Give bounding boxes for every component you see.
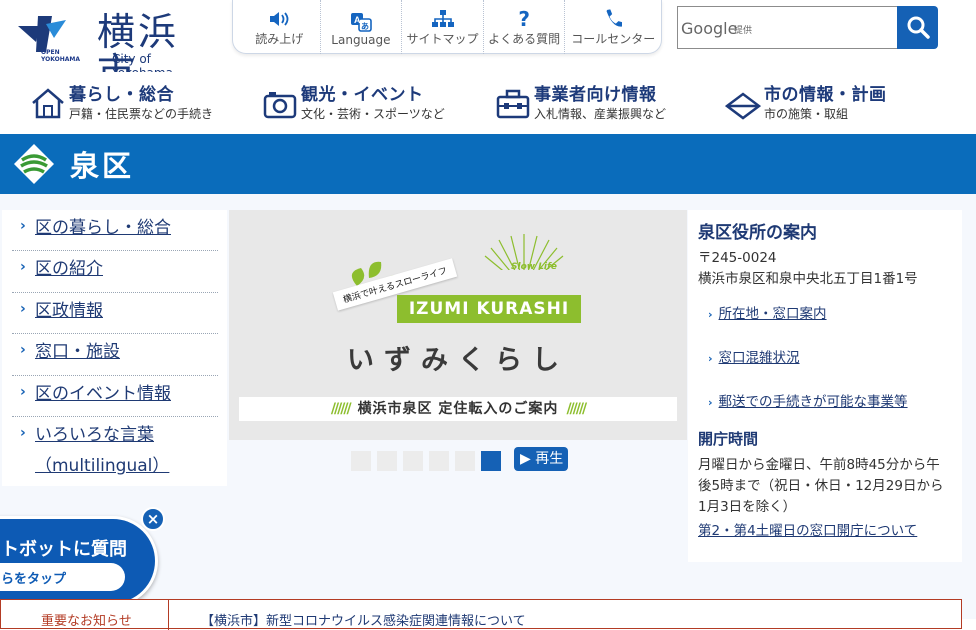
- faq-button[interactable]: ? よくある質問: [484, 0, 566, 54]
- slider-dot-6[interactable]: [481, 451, 501, 471]
- read-aloud-button[interactable]: 読み上げ: [239, 0, 321, 54]
- site-header: OPENYOKOHAMA 横浜市 City of Yokohama 読み上げ A…: [0, 0, 976, 92]
- logo-open-text: OPEN YOKOHAMA: [41, 49, 80, 63]
- search-button[interactable]: [897, 6, 938, 49]
- svg-text:あ: あ: [361, 22, 369, 31]
- side-nav-living[interactable]: › 区の暮らし・総合: [12, 210, 218, 251]
- call-center-button[interactable]: コールセンター: [565, 0, 661, 54]
- chevron-right-icon: ›: [20, 384, 26, 400]
- yokohama-logo[interactable]: OPENYOKOHAMA 横浜市 City of Yokohama: [14, 8, 214, 92]
- side-nav-intro[interactable]: › 区の紹介: [12, 251, 218, 293]
- gnav-business[interactable]: 事業者向け情報 入札情報、産業振興など: [495, 80, 695, 124]
- side-nav-administration[interactable]: › 区政情報: [12, 293, 218, 334]
- promo-slide[interactable]: 横浜で叶えるスローライフ Slow Life IZUMI KURASHI いずみ…: [229, 210, 687, 440]
- hours-text-2: 後5時まで（祝日・休日・12月29日から: [698, 478, 944, 494]
- slide-brand: IZUMI KURASHI: [397, 295, 581, 323]
- slide-slow-life: Slow Life: [511, 262, 558, 272]
- side-nav-facilities[interactable]: › 窓口・施設: [12, 334, 218, 376]
- chevron-right-icon: ›: [20, 425, 26, 441]
- hours-text-1: 月曜日から金曜日、午前8時45分から午: [698, 457, 940, 473]
- chatbot-tap-button[interactable]: らをタップ: [0, 563, 125, 591]
- slider-play-button[interactable]: ▶ 再生: [514, 447, 568, 471]
- chatbot-question-text: トボットに質問: [1, 539, 127, 560]
- notice-ticker: 重要なお知らせ 【横浜市】新型コロナウイルス感染症関連情報について: [0, 599, 962, 630]
- slide-strip: //////横浜市泉区 定住転入のご案内//////: [239, 397, 677, 421]
- toolbox-icon: [496, 89, 530, 119]
- ward-side-nav: › 区の暮らし・総合 › 区の紹介 › 区政情報 › 窓口・施設 › 区のイベント情報 ›…: [2, 210, 227, 486]
- ward-name: 泉区: [70, 149, 135, 183]
- search-icon: [907, 16, 930, 39]
- chatbot-widget[interactable]: トボットに質問 らをタップ: [0, 516, 158, 606]
- gnav-living[interactable]: 暮らし・総合 戸籍・住民票などの手続き: [30, 80, 230, 124]
- slider-dot-5[interactable]: [455, 451, 475, 471]
- side-nav-events[interactable]: › 区のイベント情報: [12, 376, 218, 417]
- camera-icon: [263, 92, 297, 119]
- slider-dots: [351, 451, 501, 471]
- chevron-right-icon: ›: [20, 218, 26, 234]
- translate-icon: Aあ: [350, 11, 372, 33]
- notice-link[interactable]: 【横浜市】新型コロナウイルス感染症関連情報について: [201, 610, 526, 629]
- notice-label: 重要なお知らせ: [1, 600, 169, 630]
- sitemap-button[interactable]: サイトマップ: [402, 0, 484, 54]
- slider-dot-3[interactable]: [403, 451, 423, 471]
- language-button[interactable]: Aあ Language: [321, 0, 403, 54]
- side-nav-multilingual[interactable]: › いろいろな言葉 （multilingual）: [12, 417, 218, 483]
- office-heading: 泉区役所の案内: [698, 223, 817, 243]
- ward-banner: 泉区: [0, 134, 976, 194]
- slider-dot-4[interactable]: [429, 451, 449, 471]
- chevron-right-icon: ›: [20, 259, 26, 275]
- hours-heading: 開庁時間: [698, 430, 759, 448]
- office-link-location[interactable]: › 所在地・窓口案内: [708, 302, 827, 322]
- sun-rays-icon: [479, 234, 569, 290]
- slider-dot-1[interactable]: [351, 451, 371, 471]
- office-postal: 〒245-0024: [698, 250, 777, 266]
- slider-dot-2[interactable]: [377, 451, 397, 471]
- global-nav: 暮らし・総合 戸籍・住民票などの手続き 観光・イベント 文化・芸術・スポーツなど…: [0, 72, 976, 134]
- ward-office-info: 泉区役所の案内 〒245-0024 横浜市泉区和泉中央北五丁目1番1号 › 所在地…: [688, 210, 962, 562]
- google-label: Google: [681, 19, 738, 38]
- hours-text-3: 1月3日を除く）: [698, 499, 797, 515]
- office-link-congestion[interactable]: › 窓口混雑状況: [708, 346, 800, 366]
- chatbot-close-button[interactable]: ×: [141, 507, 165, 531]
- question-icon: ?: [518, 7, 530, 31]
- chevron-right-icon: ›: [20, 342, 26, 358]
- office-link-postal-procedures[interactable]: › 郵送での手続きが可能な事業等: [708, 390, 908, 410]
- svg-text:A: A: [354, 15, 361, 25]
- saturday-opening-link[interactable]: 第2・第4土曜日の窓口開庁について: [698, 519, 917, 539]
- speaker-icon: [268, 8, 290, 30]
- office-address: 横浜市泉区和泉中央北五丁目1番1号: [698, 271, 918, 287]
- provided-label: 提供: [734, 26, 753, 36]
- site-search: Google 提供: [677, 6, 938, 49]
- diamond-icon: [725, 92, 761, 120]
- slide-title: いずみくらし: [347, 345, 569, 376]
- chevron-right-icon: ›: [708, 352, 713, 365]
- gnav-city-info[interactable]: 市の情報・計画 市の施策・取組: [725, 80, 925, 124]
- gnav-tourism[interactable]: 観光・イベント 文化・芸術・スポーツなど: [262, 80, 462, 124]
- chevron-right-icon: ›: [708, 308, 713, 321]
- search-input[interactable]: Google 提供: [677, 6, 899, 49]
- chevron-right-icon: ›: [708, 396, 713, 409]
- izumi-ward-emblem-icon: [14, 144, 54, 184]
- chevron-right-icon: ›: [20, 301, 26, 317]
- utility-toolbar: 読み上げ Aあ Language サイトマップ ? よくある質問 コールセンター: [232, 0, 662, 54]
- phone-icon: [604, 8, 623, 30]
- sitemap-icon: [431, 8, 454, 30]
- house-icon: [32, 88, 64, 119]
